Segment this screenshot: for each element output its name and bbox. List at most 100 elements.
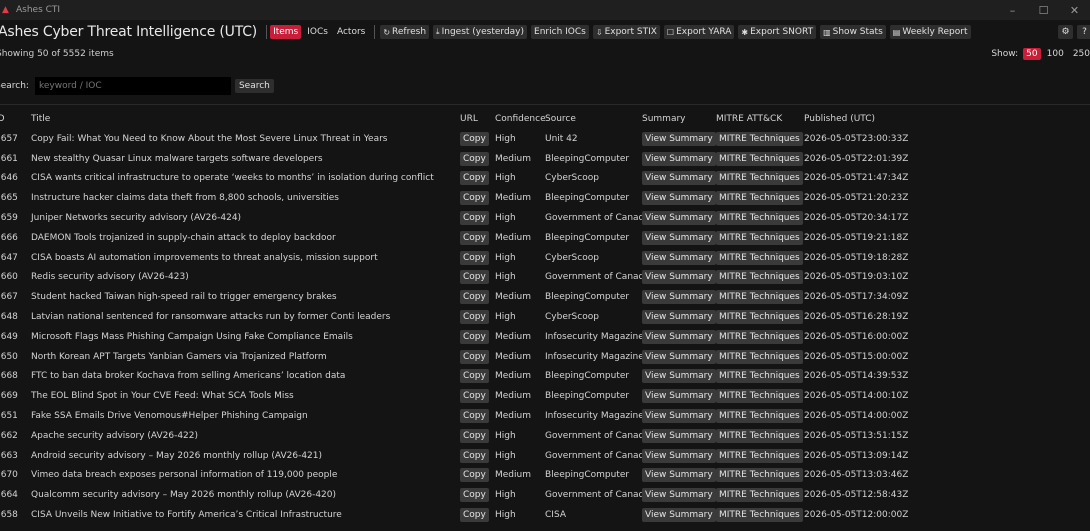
view-summary-button[interactable]: View Summary (642, 369, 716, 384)
page-size-control: Show: 50 100 250 (991, 45, 1090, 63)
mitre-techniques-button[interactable]: MITRE Techniques (716, 409, 803, 424)
view-summary-button[interactable]: View Summary (642, 468, 716, 483)
mitre-techniques-button[interactable]: MITRE Techniques (716, 468, 803, 483)
mitre-techniques-button[interactable]: MITRE Techniques (716, 448, 803, 463)
copy-url-button[interactable]: Copy (460, 151, 489, 166)
copy-url-button[interactable]: Copy (460, 329, 489, 344)
source-value: Government of Canada (545, 490, 650, 501)
search-label: Search: (0, 81, 29, 91)
weekly-report-button[interactable]: ▤ Weekly Report (889, 25, 971, 39)
mitre-techniques-button[interactable]: MITRE Techniques (716, 329, 803, 344)
view-summary-button[interactable]: View Summary (642, 389, 716, 404)
item-id: 5660 (0, 272, 18, 283)
copy-url-button[interactable]: Copy (460, 488, 489, 503)
mitre-techniques-button[interactable]: MITRE Techniques (716, 250, 803, 265)
tab-iocs[interactable]: IOCs (304, 25, 331, 39)
view-summary-button[interactable]: View Summary (642, 250, 716, 265)
item-title: CISA wants critical infrastructure to op… (31, 173, 434, 184)
mitre-techniques-button[interactable]: MITRE Techniques (716, 310, 803, 325)
mitre-techniques-button[interactable]: MITRE Techniques (716, 230, 803, 245)
page-size-50[interactable]: 50 (1023, 48, 1041, 60)
show-stats-icon: ▥ (823, 27, 831, 37)
refresh-button[interactable]: ↻ Refresh (380, 25, 430, 39)
mitre-techniques-button[interactable]: MITRE Techniques (716, 369, 803, 384)
item-id: 5650 (0, 351, 18, 362)
copy-url-button[interactable]: Copy (460, 131, 489, 146)
view-summary-button[interactable]: View Summary (642, 270, 716, 285)
enrich-iocs-button[interactable]: Enrich IOCs (531, 25, 589, 39)
item-id: 5662 (0, 430, 18, 441)
copy-url-button[interactable]: Copy (460, 310, 489, 325)
view-summary-button[interactable]: View Summary (642, 508, 716, 523)
toolbar-button-label: Export STIX (604, 27, 657, 37)
export-snort-button[interactable]: ✱ Export SNORT (738, 25, 817, 39)
export-stix-button[interactable]: ⇩ Export STIX (592, 25, 660, 39)
view-summary-button[interactable]: View Summary (642, 171, 716, 186)
maximize-button[interactable]: ☐ (1028, 0, 1059, 20)
copy-url-button[interactable]: Copy (460, 428, 489, 443)
copy-url-button[interactable]: Copy (460, 389, 489, 404)
export-yara-button[interactable]: ☐ Export YARA (663, 25, 735, 39)
view-summary-button[interactable]: View Summary (642, 448, 716, 463)
ingest-button[interactable]: ⤓ Ingest (yesterday) (433, 25, 528, 39)
view-summary-button[interactable]: View Summary (642, 349, 716, 364)
view-summary-button[interactable]: View Summary (642, 409, 716, 424)
copy-url-button[interactable]: Copy (460, 409, 489, 424)
tab-actors[interactable]: Actors (334, 25, 368, 39)
mitre-techniques-button[interactable]: MITRE Techniques (716, 389, 803, 404)
view-summary-button[interactable]: View Summary (642, 131, 716, 146)
tab-items[interactable]: Items (270, 25, 302, 39)
mitre-techniques-button[interactable]: MITRE Techniques (716, 131, 803, 146)
view-summary-button[interactable]: View Summary (642, 428, 716, 443)
copy-url-button[interactable]: Copy (460, 369, 489, 384)
mitre-techniques-button[interactable]: MITRE Techniques (716, 508, 803, 523)
table-row: 5664 Qualcomm security advisory – May 202… (0, 485, 1090, 505)
copy-url-button[interactable]: Copy (460, 191, 489, 206)
item-id: 5670 (0, 470, 18, 481)
show-stats-button[interactable]: ▥ Show Stats (820, 25, 886, 39)
published-timestamp: 2026-05-05T17:34:09Z (804, 292, 909, 303)
copy-url-button[interactable]: Copy (460, 270, 489, 285)
copy-url-button[interactable]: Copy (460, 230, 489, 245)
view-summary-button[interactable]: View Summary (642, 329, 716, 344)
mitre-techniques-button[interactable]: MITRE Techniques (716, 270, 803, 285)
view-summary-button[interactable]: View Summary (642, 290, 716, 305)
view-summary-button[interactable]: View Summary (642, 310, 716, 325)
confidence-value: Medium (495, 351, 531, 362)
mitre-techniques-button[interactable]: MITRE Techniques (716, 191, 803, 206)
help-icon[interactable]: ? (1077, 25, 1090, 39)
mitre-techniques-button[interactable]: MITRE Techniques (716, 151, 803, 166)
mitre-techniques-button[interactable]: MITRE Techniques (716, 211, 803, 226)
copy-url-button[interactable]: Copy (460, 211, 489, 226)
copy-url-button[interactable]: Copy (460, 508, 489, 523)
mitre-techniques-button[interactable]: MITRE Techniques (716, 171, 803, 186)
copy-url-button[interactable]: Copy (460, 448, 489, 463)
item-id: 5668 (0, 371, 18, 382)
copy-url-button[interactable]: Copy (460, 171, 489, 186)
copy-url-button[interactable]: Copy (460, 349, 489, 364)
confidence-value: High (495, 272, 516, 283)
mitre-techniques-button[interactable]: MITRE Techniques (716, 349, 803, 364)
view-summary-button[interactable]: View Summary (642, 151, 716, 166)
search-button[interactable]: Search (234, 79, 274, 93)
minimize-button[interactable]: – (997, 0, 1028, 20)
mitre-techniques-button[interactable]: MITRE Techniques (716, 428, 803, 443)
settings-icon[interactable]: ⚙ (1058, 25, 1073, 39)
item-id: 5658 (0, 510, 18, 521)
mitre-techniques-button[interactable]: MITRE Techniques (716, 290, 803, 305)
table-row: 5659 Juniper Networks security advisory (… (0, 208, 1090, 228)
search-input[interactable] (34, 77, 231, 95)
view-summary-button[interactable]: View Summary (642, 211, 716, 226)
copy-url-button[interactable]: Copy (460, 290, 489, 305)
page-size-100[interactable]: 100 (1044, 48, 1067, 60)
page-size-250[interactable]: 250 (1070, 48, 1090, 60)
mitre-techniques-button[interactable]: MITRE Techniques (716, 488, 803, 503)
item-title: Apache security advisory (AV26-422) (31, 430, 199, 441)
view-summary-button[interactable]: View Summary (642, 230, 716, 245)
copy-url-button[interactable]: Copy (460, 468, 489, 483)
table-row: 5663 Android security advisory – May 2026… (0, 446, 1090, 466)
view-summary-button[interactable]: View Summary (642, 191, 716, 206)
copy-url-button[interactable]: Copy (460, 250, 489, 265)
view-summary-button[interactable]: View Summary (642, 488, 716, 503)
close-button[interactable]: ✕ (1059, 0, 1090, 20)
